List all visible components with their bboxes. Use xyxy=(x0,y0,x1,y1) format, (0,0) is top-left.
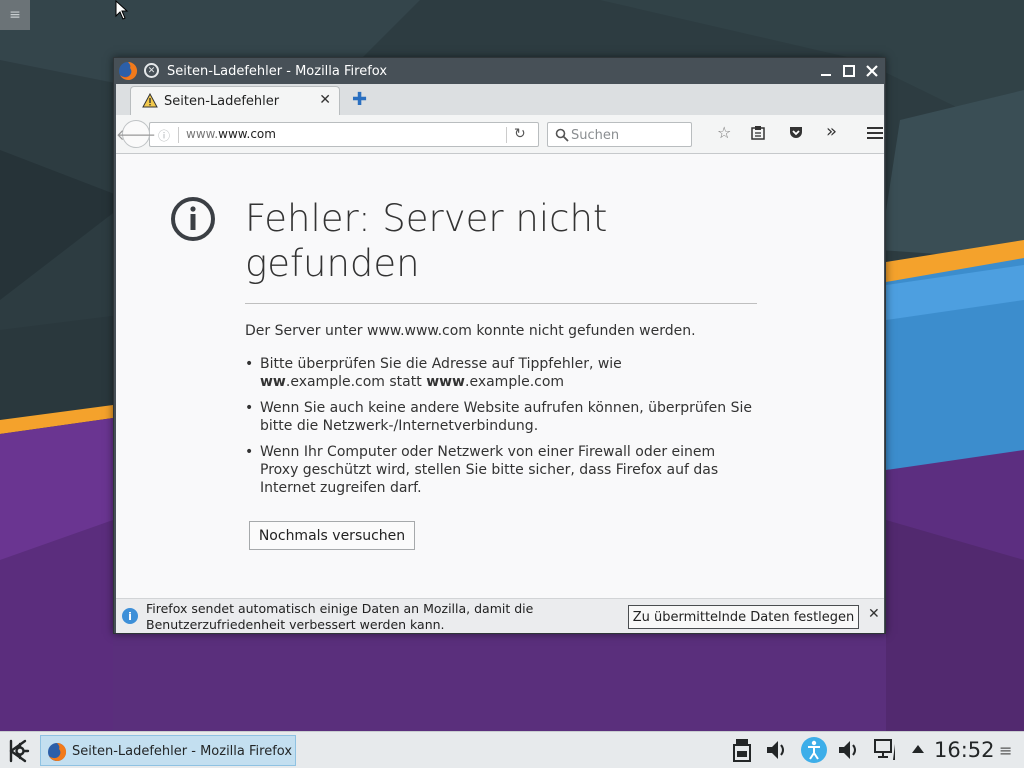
notification-text: Firefox sendet automatisch einige Daten … xyxy=(146,601,534,632)
firefox-logo-icon xyxy=(119,61,138,80)
maximize-button[interactable] xyxy=(840,62,858,80)
tip1-example1-bold: ww xyxy=(260,374,286,390)
url-text[interactable]: www.www.com xyxy=(186,127,276,141)
url-host: www.com xyxy=(218,127,276,141)
desktop-toolbox-button[interactable]: ≡ xyxy=(0,0,30,30)
window-title: Seiten-Ladefehler - Mozilla Firefox xyxy=(167,64,388,79)
search-bar[interactable]: Suchen xyxy=(547,122,692,147)
search-placeholder: Suchen xyxy=(571,128,620,143)
site-info-icon[interactable]: ⓘ xyxy=(158,127,170,144)
pocket-icon[interactable] xyxy=(788,125,804,141)
warning-icon xyxy=(142,93,158,108)
bookmark-star-icon[interactable]: ☆ xyxy=(717,123,731,142)
page-content: Fehler: Server nicht gefunden Der Server… xyxy=(116,154,884,598)
notification-bar: i Firefox sendet automatisch einige Date… xyxy=(116,598,884,633)
bookmarks-menu-icon[interactable] xyxy=(750,125,766,141)
list-item: Wenn Sie auch keine andere Website aufru… xyxy=(245,399,755,435)
error-divider xyxy=(245,303,757,304)
error-tips-list: Bitte überprüfen Sie die Adresse auf Tip… xyxy=(245,355,755,505)
maximize-icon xyxy=(843,65,855,77)
url-bar[interactable]: ⓘ www.www.com ↻ xyxy=(149,122,539,147)
info-icon: i xyxy=(122,608,138,624)
kde-application-launcher-icon[interactable] xyxy=(4,737,32,765)
tip1-example2-rest: .example.com xyxy=(465,374,565,390)
back-arrow-icon: 🡐 xyxy=(115,125,157,144)
back-button[interactable]: 🡐 xyxy=(116,120,156,148)
notification-close-icon[interactable]: ✕ xyxy=(868,606,880,622)
tip1-example1-rest: .example.com statt xyxy=(285,374,422,390)
firefox-window: ✕ Seiten-Ladefehler - Mozilla Firefox Se… xyxy=(113,57,886,634)
url-prefix: www. xyxy=(186,127,219,141)
clock[interactable]: 16:52 xyxy=(934,738,995,762)
taskbar-item-label: Seiten-Ladefehler - Mozilla Firefox xyxy=(72,744,293,759)
close-window-button[interactable] xyxy=(863,62,881,80)
error-title: Fehler: Server nicht gefunden xyxy=(245,197,608,285)
tab-bar: Seiten-Ladefehler ✕ ✚ xyxy=(116,84,884,115)
mouse-cursor-icon xyxy=(115,0,129,24)
list-item: Bitte überprüfen Sie die Adresse auf Tip… xyxy=(245,355,755,391)
tab-close-icon[interactable]: ✕ xyxy=(319,92,331,108)
tip1-example2-bold: www xyxy=(426,374,465,390)
navigation-toolbar: ⓘ www.www.com ↻ 🡐 Suchen ☆ » xyxy=(116,115,884,154)
error-description: Der Server unter www.www.com konnte nich… xyxy=(245,323,696,339)
tab-seiten-ladefehler[interactable]: Seiten-Ladefehler ✕ xyxy=(130,86,340,115)
volume-icon[interactable] xyxy=(766,738,788,762)
reload-icon[interactable]: ↻ xyxy=(514,126,526,142)
list-item: Wenn Ihr Computer oder Netzwerk von eine… xyxy=(245,443,755,497)
url-separator xyxy=(178,127,179,143)
tab-label: Seiten-Ladefehler xyxy=(164,94,280,109)
search-icon xyxy=(555,128,569,142)
choose-data-button[interactable]: Zu übermittelnde Daten festlegen xyxy=(628,605,859,629)
taskbar: Seiten-Ladefehler - Mozilla Firefox 16:5… xyxy=(0,731,1024,768)
window-menu-icon[interactable]: ✕ xyxy=(144,63,159,78)
accessibility-icon[interactable] xyxy=(800,736,828,764)
taskbar-item-firefox[interactable]: Seiten-Ladefehler - Mozilla Firefox xyxy=(40,735,296,766)
tray-expand-icon[interactable] xyxy=(911,744,925,754)
tip3-text: Wenn Ihr Computer oder Netzwerk von eine… xyxy=(260,444,719,496)
overflow-menu-icon[interactable]: » xyxy=(826,121,837,142)
panel-menu-icon[interactable]: ≡ xyxy=(999,741,1012,760)
firefox-logo-icon xyxy=(48,742,67,761)
close-icon xyxy=(866,65,878,77)
audio-volume-icon[interactable] xyxy=(838,738,860,762)
hamburger-icon: ≡ xyxy=(9,7,21,23)
hamburger-menu-icon[interactable] xyxy=(867,126,883,140)
minimize-button[interactable] xyxy=(817,62,835,80)
tip2-text: Wenn Sie auch keine andere Website aufru… xyxy=(260,400,752,434)
window-titlebar[interactable]: ✕ Seiten-Ladefehler - Mozilla Firefox xyxy=(114,58,885,84)
url-separator-right xyxy=(506,127,507,143)
new-tab-icon[interactable]: ✚ xyxy=(352,89,367,110)
network-icon[interactable] xyxy=(873,738,897,762)
tip1-text: Bitte überprüfen Sie die Adresse auf Tip… xyxy=(260,356,622,372)
info-circle-icon xyxy=(171,197,215,241)
minimize-icon xyxy=(821,74,831,76)
removable-device-icon[interactable] xyxy=(733,738,751,762)
retry-button[interactable]: Nochmals versuchen xyxy=(249,521,415,550)
